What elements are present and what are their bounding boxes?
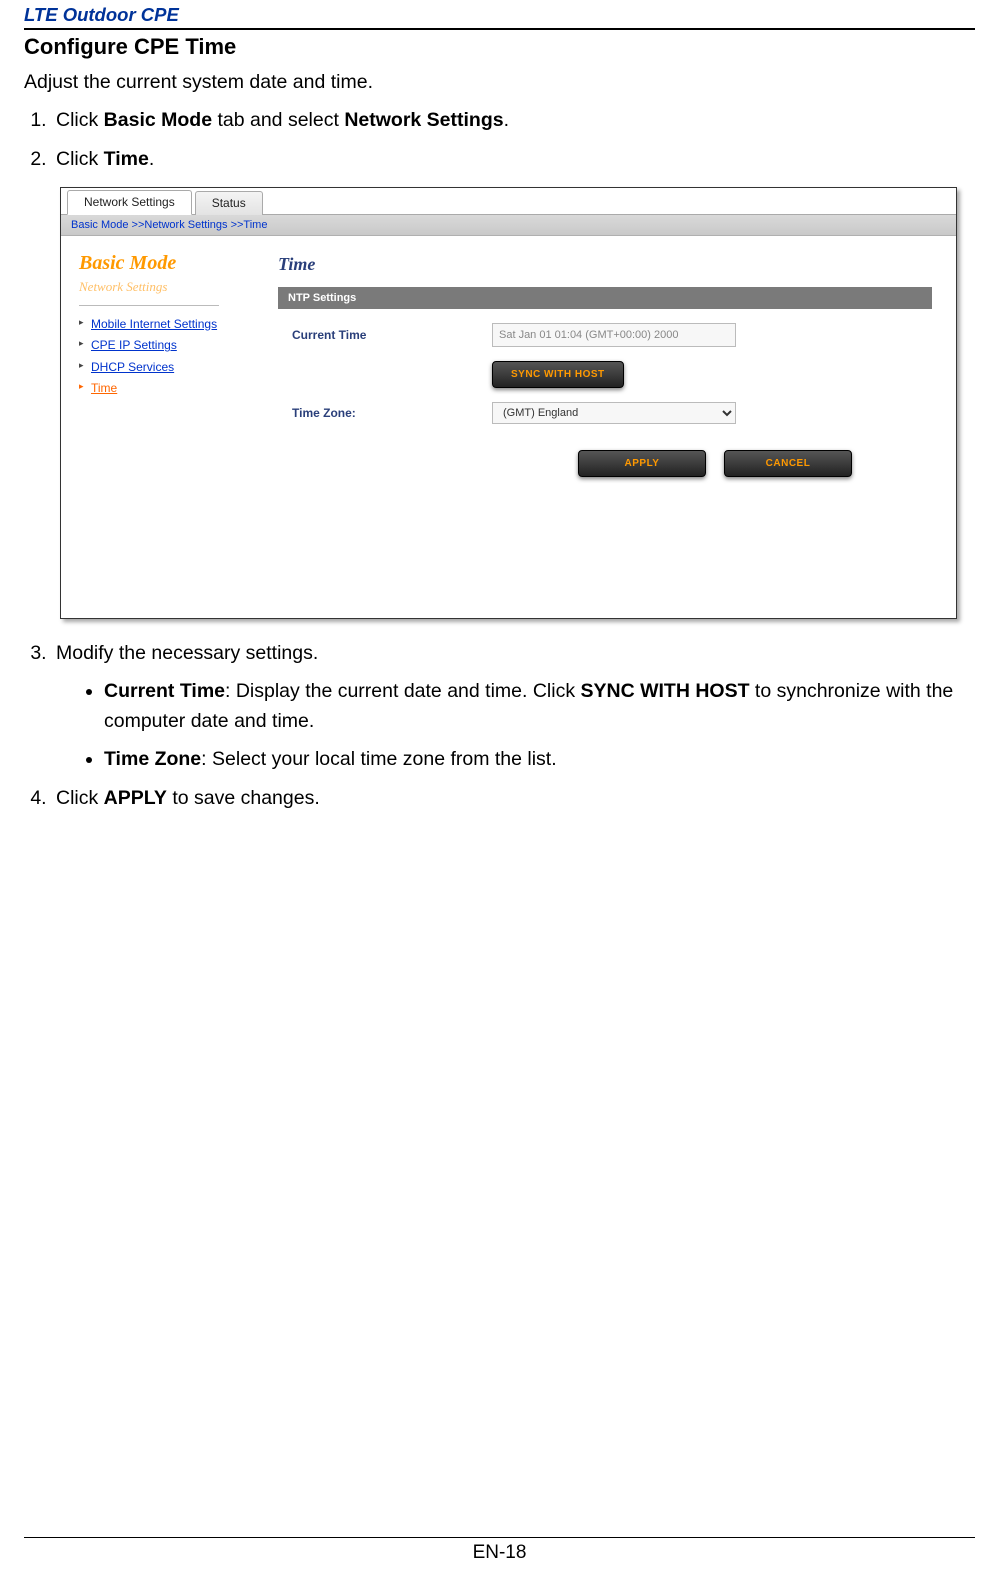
- steps-list-cont: Modify the necessary settings. Current T…: [24, 637, 975, 816]
- header-rule: [24, 28, 975, 30]
- breadcrumb: Basic Mode >>Network Settings >>Time: [61, 215, 956, 236]
- page-number: EN-18: [473, 1542, 527, 1563]
- tab-network-settings[interactable]: Network Settings: [67, 190, 192, 215]
- time-zone-label: Time Zone:: [278, 406, 492, 420]
- sidebar-item-mobile-internet[interactable]: Mobile Internet Settings: [79, 314, 250, 336]
- bullets-list: Current Time: Display the current date a…: [56, 676, 975, 775]
- bullet-current-time: Current Time: Display the current date a…: [104, 676, 975, 736]
- sidebar: Basic Mode Network Settings Mobile Inter…: [61, 236, 260, 618]
- sidebar-mode-sub: Network Settings: [79, 279, 250, 295]
- step-1: Click Basic Mode tab and select Network …: [52, 104, 975, 137]
- time-zone-select[interactable]: (GMT) England: [492, 402, 736, 424]
- cancel-button[interactable]: CANCEL: [724, 450, 852, 477]
- sidebar-list: Mobile Internet Settings CPE IP Settings…: [79, 314, 250, 400]
- sidebar-item-dhcp[interactable]: DHCP Services: [79, 357, 250, 379]
- sidebar-mode-title: Basic Mode: [79, 252, 250, 275]
- tabs-row: Network Settings Status: [61, 188, 956, 215]
- current-time-label: Current Time: [278, 328, 492, 342]
- sidebar-separator: [79, 305, 219, 306]
- screenshot-frame: Network Settings Status Basic Mode >>Net…: [60, 187, 957, 619]
- intro-text: Adjust the current system date and time.: [24, 68, 975, 96]
- section-title: Configure CPE Time: [24, 34, 975, 60]
- sidebar-item-time[interactable]: Time: [79, 378, 250, 400]
- apply-button[interactable]: APPLY: [578, 450, 706, 477]
- main-pane: Time NTP Settings Current Time SYNC WITH…: [260, 236, 956, 618]
- bullet-time-zone: Time Zone: Select your local time zone f…: [104, 744, 975, 774]
- step-2: Click Time.: [52, 143, 975, 176]
- doc-header: LTE Outdoor CPE: [24, 0, 975, 28]
- page-footer: EN-18: [24, 1537, 975, 1564]
- steps-list: Click Basic Mode tab and select Network …: [24, 104, 975, 176]
- step-3: Modify the necessary settings. Current T…: [52, 637, 975, 775]
- tab-status[interactable]: Status: [195, 191, 263, 215]
- current-time-field[interactable]: [492, 323, 736, 347]
- sidebar-item-cpe-ip[interactable]: CPE IP Settings: [79, 335, 250, 357]
- ntp-settings-header: NTP Settings: [278, 287, 932, 309]
- step-4: Click APPLY to save changes.: [52, 782, 975, 815]
- sync-with-host-button[interactable]: SYNC WITH HOST: [492, 361, 624, 388]
- panel-title: Time: [278, 254, 932, 275]
